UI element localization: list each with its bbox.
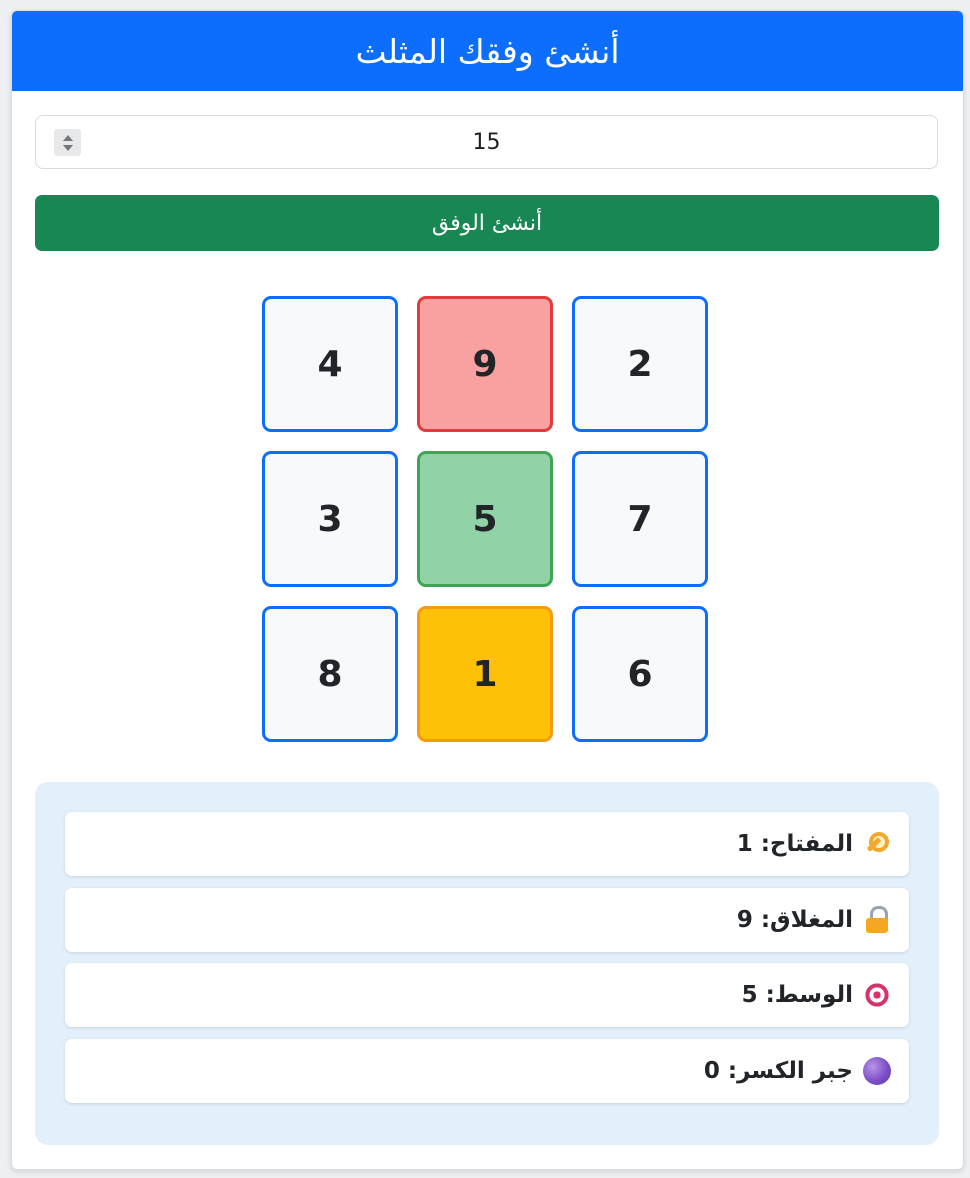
grid-cell: 2 (572, 296, 708, 432)
grid-cell: 4 (262, 296, 398, 432)
target-icon (863, 981, 891, 1009)
stepper-value: 15 (472, 129, 501, 155)
purple-circle-icon (863, 1057, 891, 1085)
magic-square-grid: 4 9 2 3 5 7 8 1 6 (262, 296, 712, 746)
info-label: جبر الكسر: (727, 1058, 853, 1084)
info-row-lock: المغلاق: 9 (65, 888, 909, 952)
grid-cell-lock: 9 (417, 296, 553, 432)
grid-cell-center: 5 (417, 451, 553, 587)
grid-cell: 8 (262, 606, 398, 742)
info-label: المغلاق: (760, 907, 853, 933)
grid-cell: 7 (572, 451, 708, 587)
number-stepper-input[interactable]: 15 (35, 115, 938, 169)
info-row-center: الوسط: 5 (65, 963, 909, 1027)
grid-cell: 3 (262, 451, 398, 587)
generate-square-button[interactable]: أنشئ الوفق (35, 195, 939, 251)
grid-cell: 6 (572, 606, 708, 742)
info-panel: المفتاح: 1 المغلاق: 9 الوسط: 5 جبر الكسر… (35, 782, 939, 1145)
info-value: 5 (741, 982, 758, 1008)
info-value: 9 (736, 907, 753, 933)
info-label: المفتاح: (760, 831, 853, 857)
grid-cell-key: 1 (417, 606, 553, 742)
info-value: 0 (703, 1058, 720, 1084)
spinner-arrows-icon[interactable] (54, 129, 81, 156)
info-label: الوسط: (765, 982, 853, 1008)
lock-icon (863, 906, 891, 934)
magic-square-card: أنشئ وفقك المثلث 15 أنشئ الوفق 4 9 2 3 5… (11, 10, 964, 1170)
info-row-remainder: جبر الكسر: 0 (65, 1039, 909, 1103)
key-icon (863, 830, 891, 858)
info-value: 1 (736, 831, 753, 857)
info-row-key: المفتاح: 1 (65, 812, 909, 876)
page-title: أنشئ وفقك المثلث (12, 11, 963, 91)
